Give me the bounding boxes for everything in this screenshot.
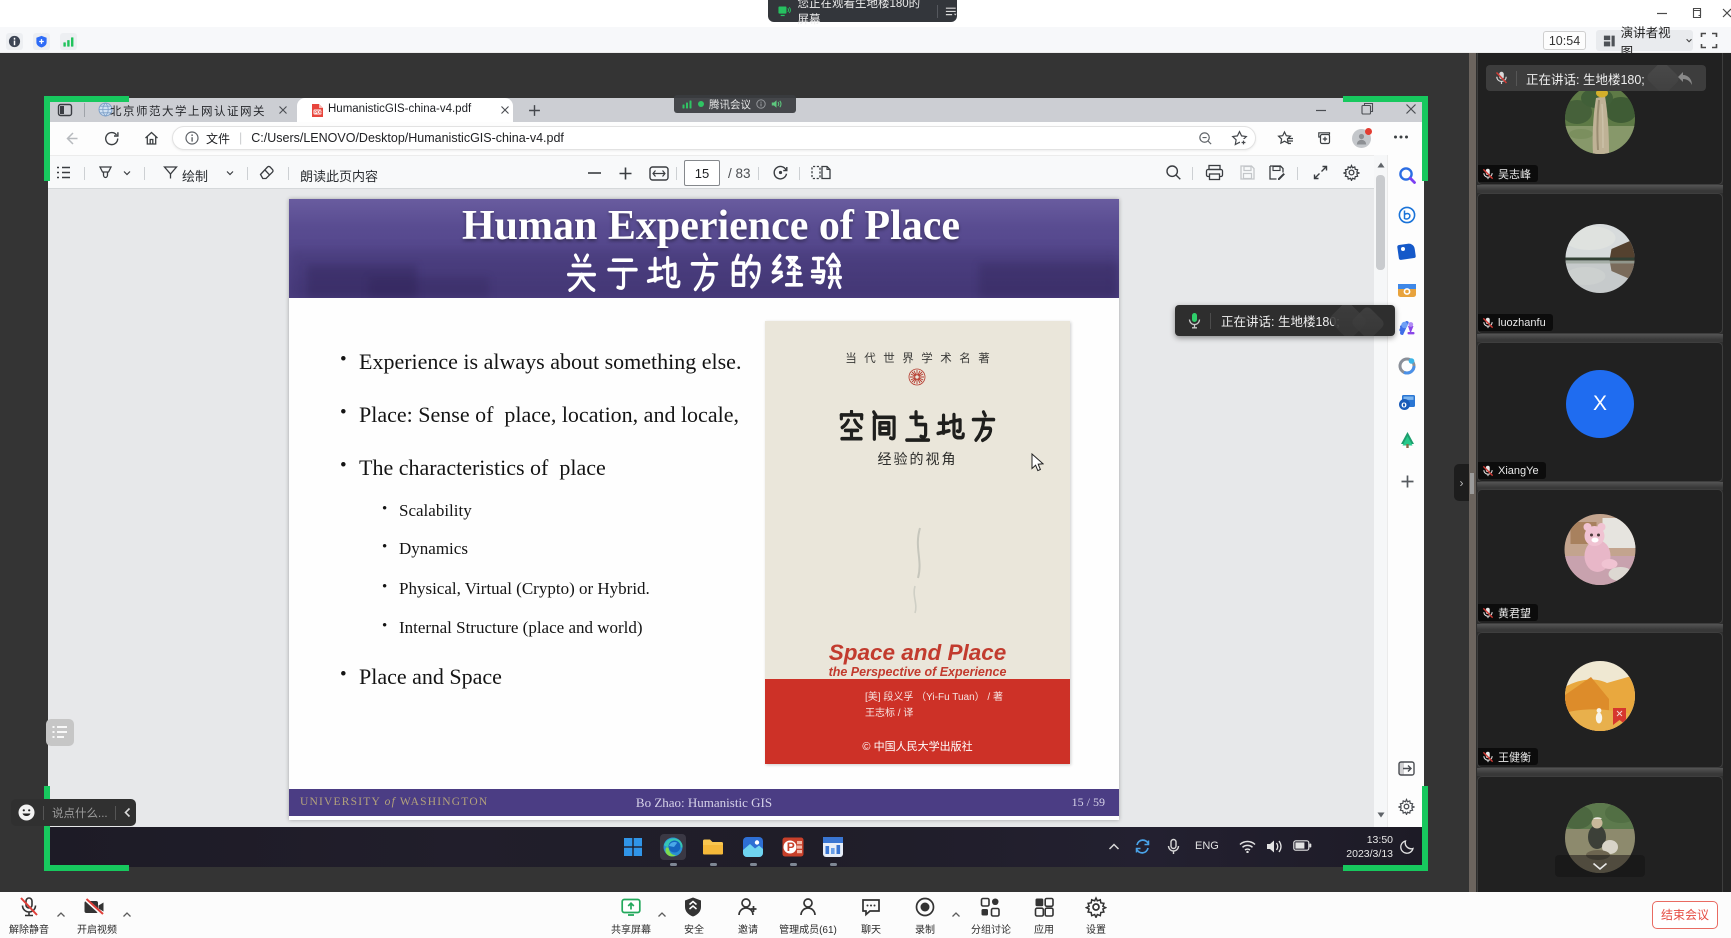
svg-text:PDF: PDF [314, 110, 323, 115]
svg-text:P: P [787, 840, 795, 854]
svg-text:o: o [1401, 399, 1407, 409]
